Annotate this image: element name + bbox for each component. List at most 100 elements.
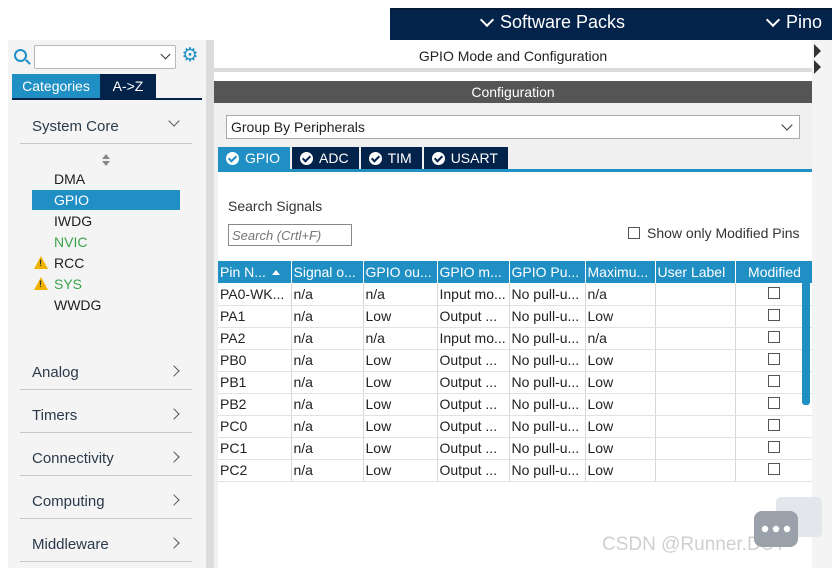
cell-gpio-pull[interactable]: No pull-u... [509,393,586,416]
cell-gpio-mode[interactable]: Input mo... [437,327,510,350]
cell-gpio-pull[interactable]: No pull-u... [509,371,586,394]
sidebar-item-dma[interactable]: DMA [32,169,180,189]
cell-pin[interactable]: PC0 [218,415,292,438]
cell-gpio-mode[interactable]: Input mo... [437,283,510,306]
cell-user-label[interactable] [655,393,736,416]
table-row[interactable]: PB1 n/a Low Output ... No pull-u... Low [218,371,813,394]
cell-gpio-output[interactable]: Low [363,371,438,394]
modified-checkbox[interactable] [767,419,780,431]
modified-checkbox[interactable] [767,375,780,387]
cell-user-label[interactable] [655,437,736,460]
table-row[interactable]: PB0 n/a Low Output ... No pull-u... Low [218,349,813,372]
cell-pin[interactable]: PA1 [218,305,292,328]
tab-adc[interactable]: ADC [292,147,359,169]
modified-checkbox[interactable] [767,397,780,409]
category-timers[interactable]: Timers [20,397,192,433]
cell-gpio-mode[interactable]: Output ... [437,305,510,328]
cell-gpio-mode[interactable]: Output ... [437,415,510,438]
software-packs-menu[interactable]: Software Packs [479,12,625,33]
cell-max-speed[interactable]: Low [585,393,656,416]
tab-a-z[interactable]: A->Z [100,74,156,98]
category-system-core[interactable]: System Core [20,108,192,144]
sort-icon[interactable] [102,154,110,166]
col-header-pin[interactable]: Pin N... [218,261,292,283]
cell-gpio-output[interactable]: Low [363,393,438,416]
expand-arrow-icon[interactable] [814,44,821,58]
sidebar-item-nvic[interactable]: NVIC [32,232,180,252]
cell-gpio-pull[interactable]: No pull-u... [509,437,586,460]
cell-signal[interactable]: n/a [291,305,364,328]
cell-signal[interactable]: n/a [291,349,364,372]
cell-user-label[interactable] [655,283,736,306]
cell-gpio-pull[interactable]: No pull-u... [509,349,586,372]
cell-gpio-pull[interactable]: No pull-u... [509,283,586,306]
tab-categories[interactable]: Categories [12,74,100,98]
cell-gpio-mode[interactable]: Output ... [437,459,510,482]
cell-pin[interactable]: PA2 [218,327,292,350]
cell-pin[interactable]: PC1 [218,437,292,460]
cell-max-speed[interactable]: Low [585,305,656,328]
sidebar-search-combo[interactable] [34,45,176,69]
cell-signal[interactable]: n/a [291,393,364,416]
table-row[interactable]: PB2 n/a Low Output ... No pull-u... Low [218,393,813,416]
cell-signal[interactable]: n/a [291,437,364,460]
cell-gpio-output[interactable]: Low [363,415,438,438]
pinout-menu[interactable]: Pino [765,12,822,33]
cell-user-label[interactable] [655,349,736,372]
cell-max-speed[interactable]: Low [585,349,656,372]
gear-icon[interactable]: ⚙ [181,46,199,65]
tab-usart[interactable]: USART [423,147,508,169]
table-row[interactable]: PA1 n/a Low Output ... No pull-u... Low [218,305,813,328]
table-row[interactable]: PC0 n/a Low Output ... No pull-u... Low [218,415,813,438]
tab-tim[interactable]: TIM [360,147,422,169]
cell-user-label[interactable] [655,327,736,350]
cell-gpio-output[interactable]: Low [363,459,438,482]
cell-gpio-mode[interactable]: Output ... [437,393,510,416]
sidebar-item-wwdg[interactable]: WWDG [32,295,180,315]
cell-signal[interactable]: n/a [291,283,364,306]
cell-user-label[interactable] [655,371,736,394]
cell-max-speed[interactable]: n/a [585,327,656,350]
tab-gpio[interactable]: GPIO [218,147,291,169]
cell-pin[interactable]: PB1 [218,371,292,394]
panel-splitter[interactable] [206,40,214,568]
cell-gpio-mode[interactable]: Output ... [437,349,510,372]
col-header-gpio-mode[interactable]: GPIO m... [437,261,510,283]
cell-gpio-pull[interactable]: No pull-u... [509,459,586,482]
cell-signal[interactable]: n/a [291,459,364,482]
cell-gpio-pull[interactable]: No pull-u... [509,305,586,328]
col-header-user-label[interactable]: User Label [655,261,736,283]
cell-user-label[interactable] [655,459,736,482]
expand-arrow-icon[interactable] [814,60,821,74]
search-icon[interactable] [14,49,27,62]
checkbox[interactable] [628,227,640,239]
cell-gpio-output[interactable]: Low [363,305,438,328]
modified-checkbox[interactable] [767,353,780,365]
modified-checkbox[interactable] [767,463,780,475]
category-connectivity[interactable]: Connectivity [20,440,192,476]
table-row[interactable]: PA2 n/a n/a Input mo... No pull-u... n/a [218,327,813,350]
cell-user-label[interactable] [655,415,736,438]
cell-pin[interactable]: PB0 [218,349,292,372]
sidebar-item-sys[interactable]: SYS [32,274,180,294]
cell-max-speed[interactable]: Low [585,459,656,482]
cell-gpio-pull[interactable]: No pull-u... [509,327,586,350]
cell-pin[interactable]: PB2 [218,393,292,416]
search-signals-input[interactable] [228,224,352,246]
table-row[interactable]: PC2 n/a Low Output ... No pull-u... Low [218,459,813,482]
cell-pin[interactable]: PC2 [218,459,292,482]
cell-max-speed[interactable]: n/a [585,283,656,306]
cell-pin[interactable]: PA0-WK... [218,283,292,306]
category-computing[interactable]: Computing [20,483,192,519]
group-by-select[interactable]: Group By Peripherals [226,115,800,139]
col-header-gpio-output[interactable]: GPIO ou... [363,261,438,283]
cell-gpio-output[interactable]: Low [363,437,438,460]
sidebar-item-gpio[interactable]: GPIO [32,190,180,210]
col-header-max-speed[interactable]: Maximu... [585,261,656,283]
cell-max-speed[interactable]: Low [585,437,656,460]
cell-signal[interactable]: n/a [291,327,364,350]
category-analog[interactable]: Analog [20,354,192,390]
col-header-modified[interactable]: Modified [735,261,813,283]
cell-gpio-mode[interactable]: Output ... [437,437,510,460]
table-row[interactable]: PA0-WK... n/a n/a Input mo... No pull-u... n/… [218,283,813,306]
